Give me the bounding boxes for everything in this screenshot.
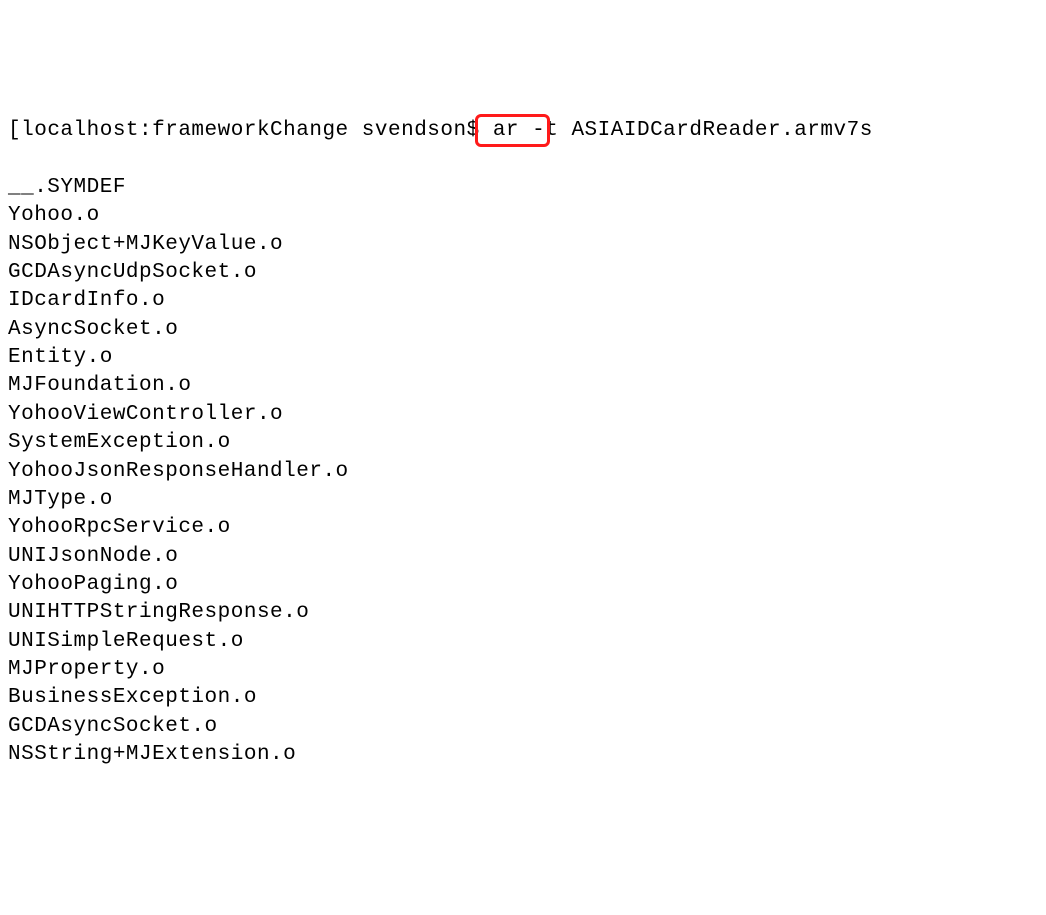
- output-line: GCDAsyncSocket.o: [8, 713, 1038, 741]
- output-line: YohooViewController.o: [8, 401, 1038, 429]
- output-line: MJProperty.o: [8, 656, 1038, 684]
- output-line: Yohoo.o: [8, 202, 1038, 230]
- output-line: MJType.o: [8, 486, 1038, 514]
- output-line: Entity.o: [8, 344, 1038, 372]
- prompt-dollar: $: [467, 119, 480, 142]
- output-line: UNIJsonNode.o: [8, 543, 1038, 571]
- output-line: YohooJsonResponseHandler.o: [8, 458, 1038, 486]
- terminal-prompt-line: [localhost:frameworkChange svendson$ ar …: [8, 117, 1038, 145]
- output-line: AsyncSocket.o: [8, 316, 1038, 344]
- output-line: NSObject+MJKeyValue.o: [8, 231, 1038, 259]
- output-line: UNIHTTPStringResponse.o: [8, 599, 1038, 627]
- prompt-host-path: localhost:frameworkChange: [21, 119, 349, 142]
- output-line: UNISimpleRequest.o: [8, 628, 1038, 656]
- output-line: IDcardInfo.o: [8, 287, 1038, 315]
- command-highlighted: ar -t: [493, 119, 559, 142]
- output-line: YohooPaging.o: [8, 571, 1038, 599]
- output-line: YohooRpcService.o: [8, 514, 1038, 542]
- output-line: MJFoundation.o: [8, 372, 1038, 400]
- output-line: __.SYMDEF: [8, 174, 1038, 202]
- output-line: SystemException.o: [8, 429, 1038, 457]
- command-argument: ASIAIDCardReader.armv7s: [571, 119, 872, 142]
- output-line: NSString+MJExtension.o: [8, 741, 1038, 769]
- output-line: BusinessException.o: [8, 684, 1038, 712]
- prompt-user: svendson: [362, 119, 467, 142]
- terminal-output: __.SYMDEFYohoo.oNSObject+MJKeyValue.oGCD…: [8, 174, 1038, 769]
- prompt-bracket: [: [8, 119, 21, 142]
- output-line: GCDAsyncUdpSocket.o: [8, 259, 1038, 287]
